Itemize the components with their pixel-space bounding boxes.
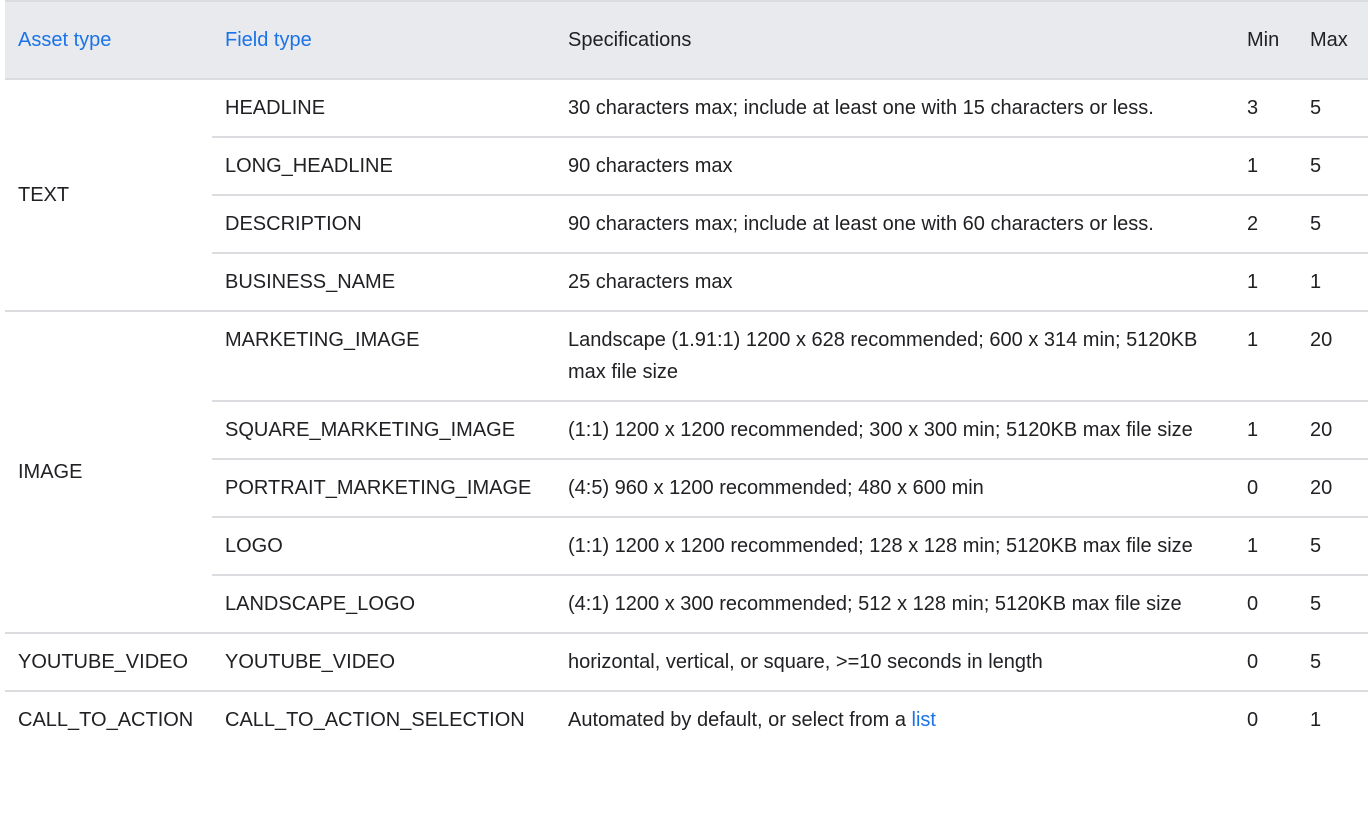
min-cell: 1 [1242,253,1305,312]
field-type-cell: SQUARE_MARKETING_IMAGE [212,401,555,460]
specification-cell: horizontal, vertical, or square, >=10 se… [555,633,1242,692]
column-header-field-type[interactable]: Field type [212,0,555,80]
specification-cell: Landscape (1.91:1) 1200 x 628 recommende… [555,311,1242,402]
specification-cell: Automated by default, or select from a l… [555,691,1242,748]
max-cell: 5 [1305,195,1368,254]
max-cell: 20 [1305,401,1368,460]
min-cell: 1 [1242,401,1305,460]
asset-type-cell: IMAGE [5,311,212,634]
field-type-cell: PORTRAIT_MARKETING_IMAGE [212,459,555,518]
field-type-cell: BUSINESS_NAME [212,253,555,312]
field-type-cell: MARKETING_IMAGE [212,311,555,402]
table-row: IMAGE MARKETING_IMAGE Landscape (1.91:1)… [5,311,1368,634]
max-cell: 5 [1305,633,1368,692]
max-cell: 20 [1305,311,1368,402]
max-cell: 5 [1305,79,1368,138]
column-header-specifications: Specifications [555,0,1242,80]
min-cell: 0 [1247,709,1259,731]
specification-cell: (1:1) 1200 x 1200 recommended; 128 x 128… [555,517,1242,576]
specification-cell: 90 characters max; include at least one … [555,195,1242,254]
specification-cell: 25 characters max [555,253,1242,312]
min-cell: 3 [1242,79,1305,138]
list-link[interactable]: list [912,709,936,731]
field-type-cell: LOGO [212,517,555,576]
table-header-row: Asset type Field type Specifications Min… [5,0,1368,80]
max-cell: 1 [1305,253,1368,312]
asset-type-cell: YOUTUBE_VIDEO [5,633,212,692]
asset-type-cell: CALL_TO_ACTION [18,709,194,731]
specification-cell: 30 characters max; include at least one … [555,79,1242,138]
column-header-asset-type[interactable]: Asset type [5,0,212,80]
max-cell: 1 [1310,709,1322,731]
table-row: CALL_TO_ACTION CALL_TO_ACTION_SELECTION … [5,691,1368,748]
max-cell: 5 [1305,137,1368,196]
field-type-cell: LONG_HEADLINE [212,137,555,196]
field-type-cell: DESCRIPTION [212,195,555,254]
field-type-cell: HEADLINE [212,79,555,138]
min-cell: 0 [1242,459,1305,518]
field-type-cell: LANDSCAPE_LOGO [212,575,555,634]
min-cell: 0 [1242,575,1305,634]
specification-cell: (4:5) 960 x 1200 recommended; 480 x 600 … [555,459,1242,518]
min-cell: 1 [1242,137,1305,196]
max-cell: 20 [1305,459,1368,518]
table-row: YOUTUBE_VIDEO YOUTUBE_VIDEO horizontal, … [5,633,1368,692]
asset-type-cell: TEXT [5,79,212,312]
specification-cell: (1:1) 1200 x 1200 recommended; 300 x 300… [555,401,1242,460]
min-cell: 1 [1242,311,1305,402]
specification-cell: 90 characters max [555,137,1242,196]
max-cell: 5 [1305,517,1368,576]
field-type-cell: CALL_TO_ACTION_SELECTION [225,709,525,731]
min-cell: 0 [1242,633,1305,692]
min-cell: 2 [1242,195,1305,254]
table-row: TEXT HEADLINE 30 characters max; include… [5,79,1368,312]
specification-cell: (4:1) 1200 x 300 recommended; 512 x 128 … [555,575,1242,634]
specification-text: Automated by default, or select from a [568,709,906,731]
column-header-min: Min [1242,0,1305,80]
min-cell: 1 [1242,517,1305,576]
asset-spec-table: Asset type Field type Specifications Min… [5,0,1368,748]
spec-table-container: Asset type Field type Specifications Min… [0,0,1368,840]
max-cell: 5 [1305,575,1368,634]
column-header-max: Max [1305,0,1368,80]
field-type-cell: YOUTUBE_VIDEO [212,633,555,692]
